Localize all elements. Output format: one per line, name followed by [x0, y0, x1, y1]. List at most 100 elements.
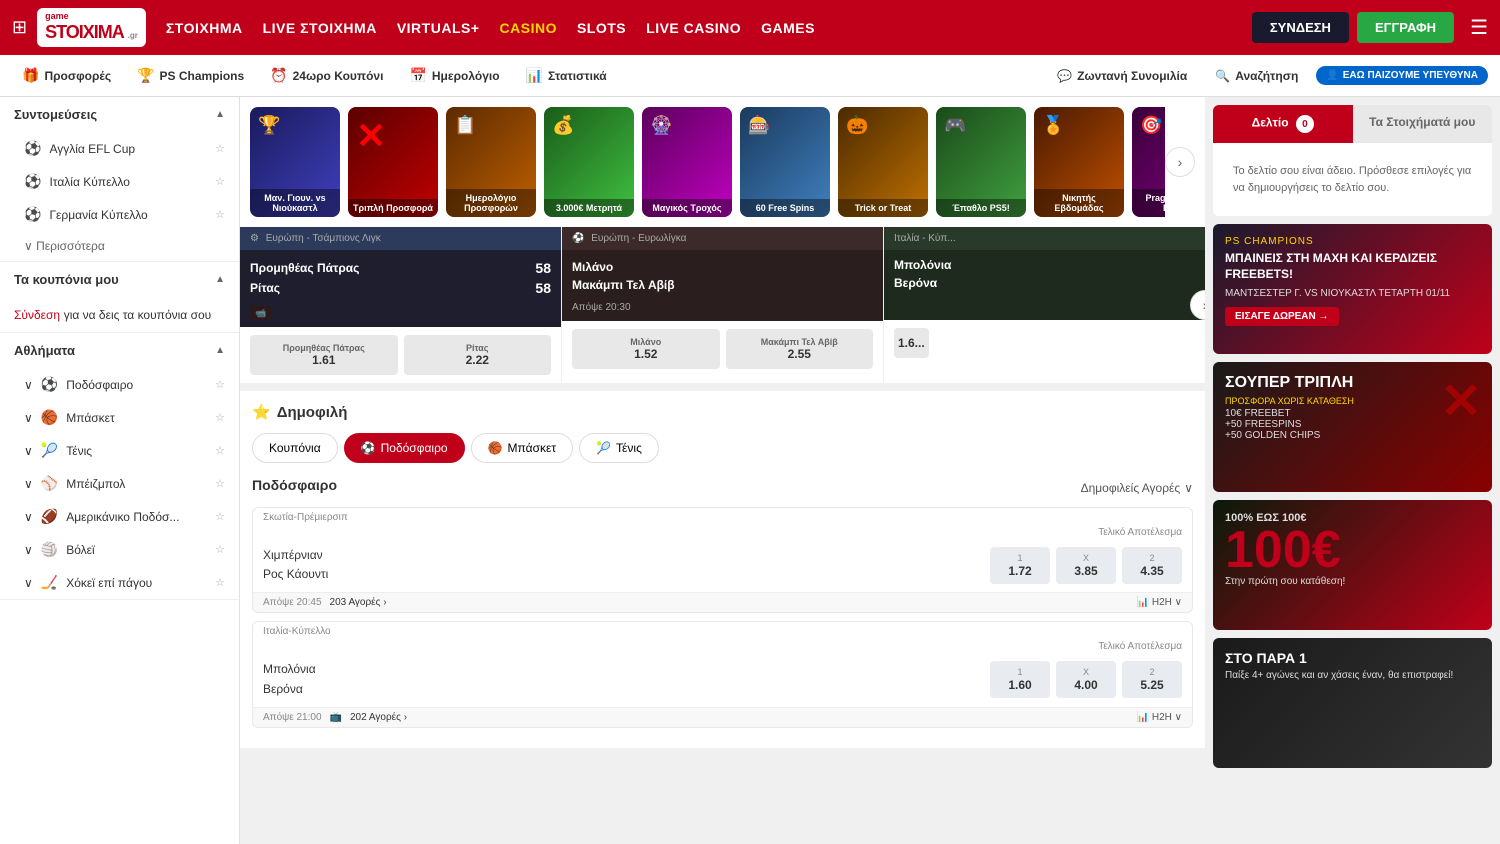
tab-football[interactable]: ⚽ Ποδόσφαιρο [344, 433, 465, 463]
secondary-nav: 🎁 Προσφορές 🏆 PS Champions ⏰ 24ωρο Κουπό… [0, 55, 1500, 97]
carousel-item-0[interactable]: 🏆 Μαν. Γιουν. vs Νιούκαστλ [250, 107, 340, 217]
nav-24h-coupon[interactable]: ⏰ 24ωρο Κουπόνι [260, 61, 393, 90]
star-icon[interactable]: ☆ [215, 208, 225, 221]
promo-content-1: ΣΟΥΠΕΡ ΤΡΙΠΛΗ ΠΡΟΣΦΟΡΑ ΧΩΡΙΣ ΚΑΤΑΘΕΣΗ 10… [1213, 362, 1492, 453]
odd-partial-button[interactable]: 1.6... [894, 328, 929, 358]
star-icon[interactable]: ☆ [215, 411, 225, 424]
tab-tennis[interactable]: 🎾 Τένις [579, 433, 659, 463]
carousel-item-1[interactable]: ✕ Τριπλή Προσφορά [348, 107, 438, 217]
nav-stoixima[interactable]: ΣΤΟΙΧΗΜΑ [166, 20, 243, 36]
markets-link-0[interactable]: 203 Αγορές › [330, 597, 387, 608]
shortcuts-header[interactable]: Συντομεύσεις ▲ [0, 97, 239, 132]
coupons-header[interactable]: Τα κουπόνια μου ▲ [0, 262, 239, 297]
hamburger-icon[interactable]: ☰ [1470, 15, 1488, 40]
carousel-item-6[interactable]: 🎃 Trick or Treat [838, 107, 928, 217]
odd-team2-button[interactable]: Ρίτας 2.22 [404, 335, 552, 375]
eao-badge[interactable]: 👤 ΕΑΩ ΠΑΙΖΟΥΜΕ ΥΠΕΥΘΥΝΑ [1316, 66, 1488, 85]
carousel-item-3[interactable]: 💰 3.000€ Μετρητά [544, 107, 634, 217]
carousel-item-8[interactable]: 🏅 Νικητής Εβδομάδας [1034, 107, 1124, 217]
sidebar-item-basketball[interactable]: ∨ 🏀 Μπάσκετ ☆ [0, 401, 239, 434]
odd-x-button-1[interactable]: X 4.00 [1056, 661, 1116, 698]
sidebar-item-hockey[interactable]: ∨ 🏒 Χόκεϊ επί πάγου ☆ [0, 566, 239, 599]
nav-offers[interactable]: 🎁 Προσφορές [12, 61, 121, 90]
star-icon[interactable]: ☆ [215, 510, 225, 523]
promo-card-3[interactable]: ΣΤΟ ΠΑΡΑ 1 Παίξε 4+ αγώνες και αν χάσεις… [1213, 638, 1492, 768]
more-button[interactable]: ∨ Περισσότερα [0, 231, 239, 261]
my-bets-tab[interactable]: Τα Στοιχήματά μου [1353, 105, 1493, 143]
sports-header[interactable]: Αθλήματα ▲ [0, 333, 239, 368]
odd-team1-button[interactable]: Προμηθέας Πάτρας 1.61 [250, 335, 398, 375]
carousel-next-button[interactable]: › [1165, 147, 1195, 177]
carousel-item-2[interactable]: 📋 Ημερολόγιο Προσφορών [446, 107, 536, 217]
star-icon[interactable]: ☆ [215, 378, 225, 391]
sport-tabs: Κουπόνια ⚽ Ποδόσφαιρο 🏀 Μπάσκετ 🎾 Τένις [252, 433, 1193, 463]
sidebar-item-american-football[interactable]: ∨ 🏈 Αμερικάνικο Ποδόσ... ☆ [0, 500, 239, 533]
chevron-down-icon: ∨ [24, 444, 33, 458]
login-link[interactable]: Σύνδεση [14, 308, 60, 322]
odd-1-button-1[interactable]: 1 1.60 [990, 661, 1050, 698]
odd-milan-button[interactable]: Μιλάνο 1.52 [572, 329, 720, 369]
sidebar-item-england[interactable]: ⚽ Αγγλία EFL Cup ☆ [0, 132, 239, 165]
sidebar-item-baseball[interactable]: ∨ ⚾ Μπέιζμπολ ☆ [0, 467, 239, 500]
star-icon[interactable]: ☆ [215, 576, 225, 589]
match-league-label-0: Σκωτία-Πρέμιερσιπ [253, 508, 1192, 523]
star-icon[interactable]: ☆ [215, 175, 225, 188]
tab-basketball[interactable]: 🏀 Μπάσκετ [471, 433, 574, 463]
promo-card-2[interactable]: 100% ΕΩΣ 100€ 100€ Στην πρώτη σου κατάθε… [1213, 500, 1492, 630]
odd-1-button-0[interactable]: 1 1.72 [990, 547, 1050, 584]
carousel-item-4[interactable]: 🎡 Μαγικός Τροχός [642, 107, 732, 217]
promo-card-1[interactable]: ΣΟΥΠΕΡ ΤΡΙΠΛΗ ΠΡΟΣΦΟΡΑ ΧΩΡΙΣ ΚΑΤΑΘΕΣΗ 10… [1213, 362, 1492, 492]
live-matches-section: ⚙ Ευρώπη - Τσάμπιονς Λιγκ Προμηθέας Πάτρ… [240, 227, 1205, 383]
odd-2-button-0[interactable]: 2 4.35 [1122, 547, 1182, 584]
nav-calendar[interactable]: 📅 Ημερολόγιο [399, 61, 509, 90]
x-icon: ✕ [356, 115, 386, 157]
carousel: 🏆 Μαν. Γιουν. vs Νιούκαστλ ✕ Τριπλή Προσ… [240, 97, 1205, 227]
nav-games[interactable]: GAMES [761, 20, 815, 36]
odd-x-button-0[interactable]: X 3.85 [1056, 547, 1116, 584]
sidebar-item-football[interactable]: ∨ ⚽ Ποδόσφαιρο ☆ [0, 368, 239, 401]
nav-slots[interactable]: SLOTS [577, 20, 626, 36]
tab-coupons[interactable]: Κουπόνια [252, 433, 338, 463]
nav-live-stoixima[interactable]: LIVE ΣΤΟΙΧΗΜΑ [263, 20, 377, 36]
nav-virtuals[interactable]: VIRTUALS+ [397, 20, 480, 36]
star-icon[interactable]: ☆ [215, 142, 225, 155]
chat-icon: 💬 [1057, 69, 1072, 83]
basketball-tab-icon: 🏀 [488, 441, 503, 455]
betslip-tab-active[interactable]: Δελτίο 0 [1213, 105, 1353, 143]
target-icon: 🎯 [1140, 115, 1162, 136]
nav-stats[interactable]: 📊 Στατιστικά [516, 61, 617, 90]
carousel-item-5[interactable]: 🎰 60 Free Spins [740, 107, 830, 217]
odd-maccabi-button[interactable]: Μακάμπι Τελ Αβίβ 2.55 [726, 329, 874, 369]
h2h-button-1[interactable]: 📊 H2H ∨ [1137, 712, 1182, 723]
sort-button[interactable]: Δημοφιλείς Αγορές ∨ [1081, 481, 1193, 495]
betslip-empty-message: Το δελτίο σου είναι άδειο. Πρόσθεσε επιλ… [1213, 143, 1492, 216]
promo-card-0[interactable]: PS CHAMPIONS ΜΠΑΙΝΕΙΣ ΣΤΗ ΜΑΧΗ ΚΑΙ ΚΕΡΔΙ… [1213, 224, 1492, 354]
star-icon[interactable]: ☆ [215, 543, 225, 556]
chevron-down-icon: ∨ [1184, 481, 1193, 495]
star-icon[interactable]: ☆ [215, 477, 225, 490]
promo-cta-0[interactable]: ΕΙΣΑΓΕ ΔΩΡΕΑΝ → [1225, 307, 1339, 326]
nav-live-chat[interactable]: 💬 Ζωντανή Συνομιλία [1047, 63, 1197, 89]
sidebar-item-germany[interactable]: ⚽ Γερμανία Κύπελλο ☆ [0, 198, 239, 231]
nav-casino[interactable]: CASINO [500, 20, 557, 36]
carousel-item-7[interactable]: 🎮 Έπαθλο PS5! [936, 107, 1026, 217]
football-icon: ⚽ [24, 173, 41, 190]
nav-ps-champions[interactable]: 🏆 PS Champions [127, 61, 254, 90]
gift-icon: 🎁 [22, 67, 39, 84]
chevron-down-icon: ∨ [24, 239, 36, 253]
sidebar-item-italy[interactable]: ⚽ Ιταλία Κύπελλο ☆ [0, 165, 239, 198]
nav-search[interactable]: 🔍 Αναζήτηση [1205, 63, 1308, 89]
register-button[interactable]: ΕΓΓΡΑΦΗ [1357, 12, 1454, 43]
site-logo[interactable]: game STOIXIMA .gr [37, 8, 146, 46]
sidebar-item-volleyball[interactable]: ∨ 🏐 Βόλεϊ ☆ [0, 533, 239, 566]
football-icon: ⚽ [24, 140, 41, 157]
nav-live-casino[interactable]: LIVE CASINO [646, 20, 741, 36]
grid-icon[interactable]: ⊞ [12, 17, 27, 38]
h2h-button-0[interactable]: 📊 H2H ∨ [1137, 597, 1182, 608]
markets-link-1[interactable]: 202 Αγορές › [350, 712, 407, 723]
sidebar-item-tennis[interactable]: ∨ 🎾 Τένις ☆ [0, 434, 239, 467]
star-icon[interactable]: ☆ [215, 444, 225, 457]
carousel-item-9[interactable]: 🎯 Pragmatic Buy Bonus [1132, 107, 1165, 217]
odd-2-button-1[interactable]: 2 5.25 [1122, 661, 1182, 698]
login-button[interactable]: ΣΥΝΔΕΣΗ [1252, 12, 1349, 43]
